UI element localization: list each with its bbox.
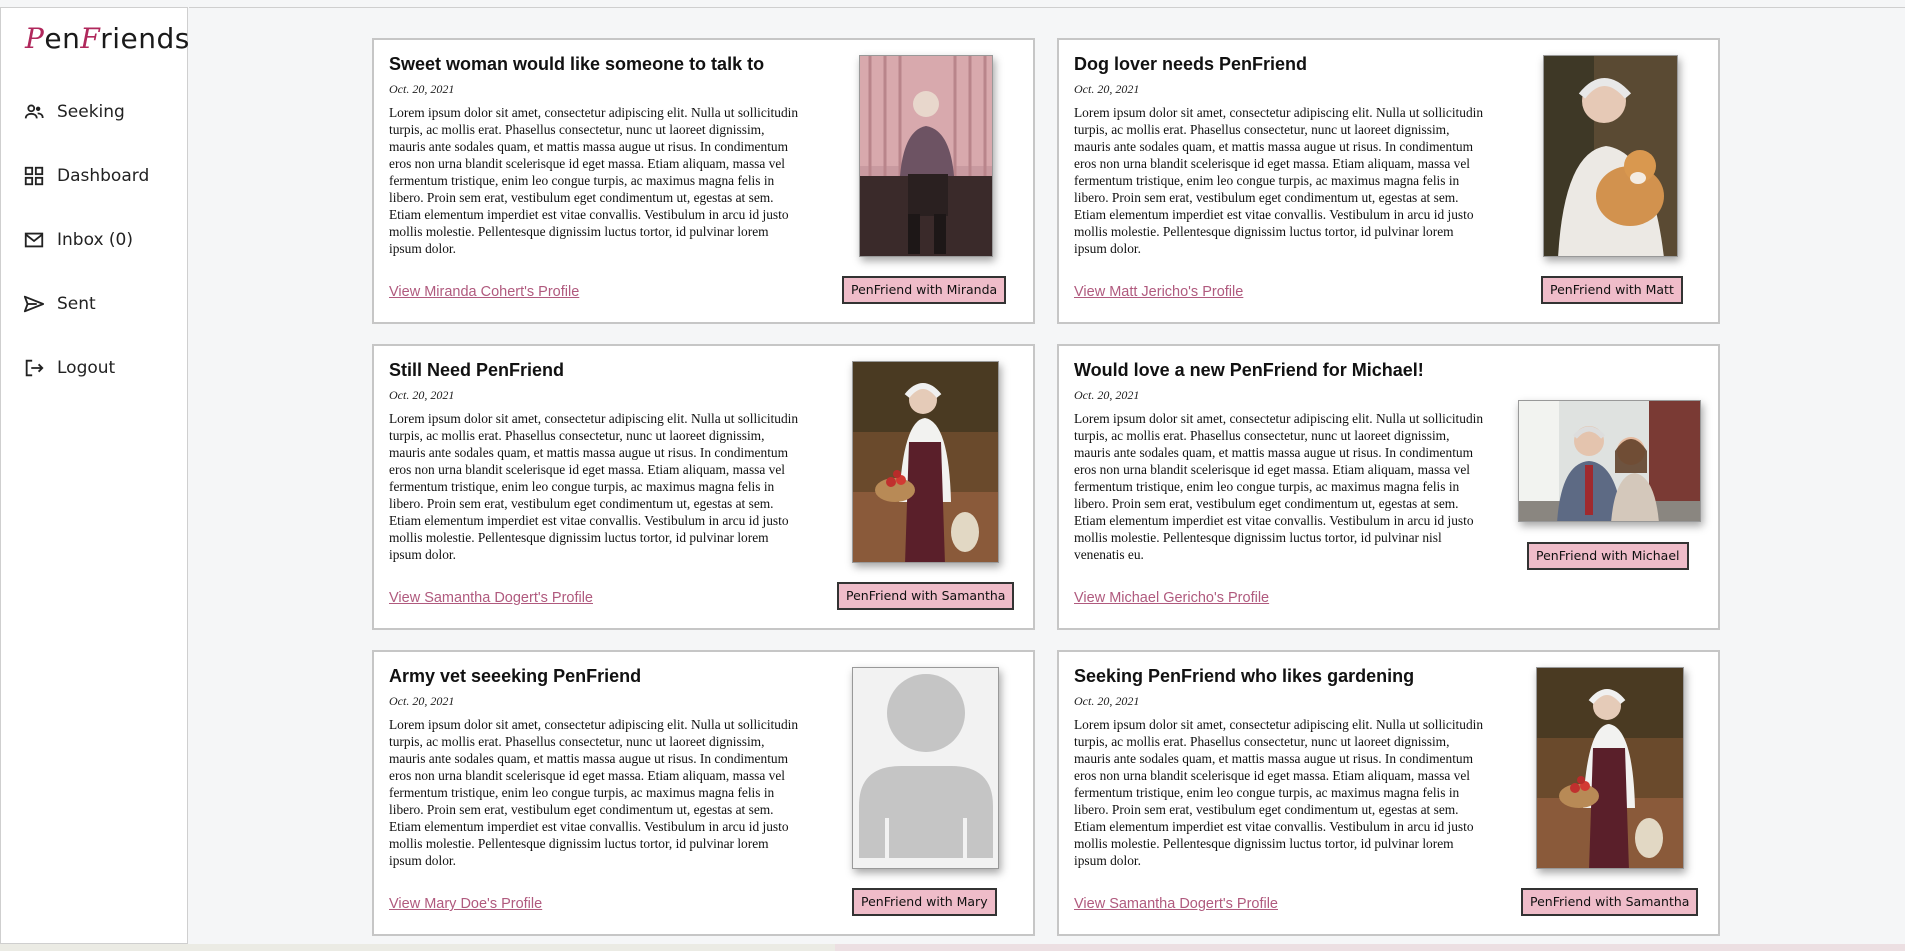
listing-card: Would love a new PenFriend for Michael! … xyxy=(1057,344,1720,630)
listing-date: Oct. 20, 2021 xyxy=(389,82,455,96)
penfriend-button[interactable]: PenFriend with Samantha xyxy=(1521,888,1699,916)
sidebar-item-label: Dashboard xyxy=(57,166,150,186)
listing-body: Lorem ipsum dolor sit amet, consectetur … xyxy=(1074,717,1484,868)
listing-card: Sweet woman would like someone to talk t… xyxy=(372,38,1035,324)
bottom-strip-segment xyxy=(835,944,1905,951)
listing-body: Lorem ipsum dolor sit amet, consectetur … xyxy=(389,411,799,562)
view-profile-link[interactable]: View Mary Doe's Profile xyxy=(389,896,542,912)
view-profile-link[interactable]: View Samantha Dogert's Profile xyxy=(1074,896,1278,912)
penfriend-button[interactable]: PenFriend with Samantha xyxy=(837,582,1015,610)
listing-card: Army vet seeeking PenFriend Oct. 20, 202… xyxy=(372,650,1035,936)
listing-title: Still Need PenFriend xyxy=(389,360,565,380)
penfriend-button[interactable]: PenFriend with Mary xyxy=(852,888,997,916)
send-icon xyxy=(21,291,47,317)
sidebar-item-label: Logout xyxy=(57,358,116,378)
profile-photo xyxy=(852,361,999,563)
listing-body: Lorem ipsum dolor sit amet, consectetur … xyxy=(1074,411,1484,562)
logout-icon xyxy=(21,355,47,381)
main-top-border xyxy=(189,7,1905,8)
listing-title: Dog lover needs PenFriend xyxy=(1074,54,1308,74)
sidebar-nav: Seeking Dashboard Inbox (0) Sent Logout xyxy=(21,80,149,400)
sidebar: PenFriends Seeking Dashboard Inbox (0) S… xyxy=(0,7,190,944)
listing-title: Seeking PenFriend who likes gardening xyxy=(1074,666,1415,686)
listing-date: Oct. 20, 2021 xyxy=(1074,82,1140,96)
listing-date: Oct. 20, 2021 xyxy=(1074,694,1140,708)
penfriend-button[interactable]: PenFriend with Michael xyxy=(1527,542,1689,570)
profile-photo xyxy=(1518,400,1701,522)
view-profile-link[interactable]: View Samantha Dogert's Profile xyxy=(389,590,593,606)
sidebar-item-label: Inbox (0) xyxy=(57,230,134,250)
sidebar-item-logout[interactable]: Logout xyxy=(21,336,149,400)
view-profile-link[interactable]: View Michael Gericho's Profile xyxy=(1074,590,1269,606)
listing-card: Still Need PenFriend Oct. 20, 2021 Lorem… xyxy=(372,344,1035,630)
profile-photo xyxy=(1543,55,1678,257)
sidebar-item-label: Seeking xyxy=(57,102,125,122)
listing-title: Sweet woman would like someone to talk t… xyxy=(389,54,765,74)
sidebar-item-sent[interactable]: Sent xyxy=(21,272,149,336)
grid-icon xyxy=(21,163,47,189)
view-profile-link[interactable]: View Matt Jericho's Profile xyxy=(1074,284,1243,300)
listing-body: Lorem ipsum dolor sit amet, consectetur … xyxy=(1074,105,1484,256)
avatar-placeholder xyxy=(852,667,999,869)
view-profile-link[interactable]: View Miranda Cohert's Profile xyxy=(389,284,579,300)
people-icon xyxy=(21,99,47,125)
listing-title: Army vet seeeking PenFriend xyxy=(389,666,642,686)
listing-card: Dog lover needs PenFriend Oct. 20, 2021 … xyxy=(1057,38,1720,324)
profile-photo xyxy=(859,55,993,257)
sidebar-item-inbox[interactable]: Inbox (0) xyxy=(21,208,149,272)
app-logo[interactable]: PenFriends xyxy=(25,22,190,55)
listing-grid: Sweet woman would like someone to talk t… xyxy=(372,38,1720,936)
listing-body: Lorem ipsum dolor sit amet, consectetur … xyxy=(389,105,799,256)
listing-card: Seeking PenFriend who likes gardening Oc… xyxy=(1057,650,1720,936)
sidebar-item-label: Sent xyxy=(57,294,96,314)
penfriend-button[interactable]: PenFriend with Matt xyxy=(1541,276,1683,304)
listing-date: Oct. 20, 2021 xyxy=(389,388,455,402)
sidebar-item-dashboard[interactable]: Dashboard xyxy=(21,144,149,208)
listing-title: Would love a new PenFriend for Michael! xyxy=(1074,360,1424,380)
sidebar-item-seeking[interactable]: Seeking xyxy=(21,80,149,144)
bottom-strip xyxy=(0,944,1905,951)
listing-date: Oct. 20, 2021 xyxy=(389,694,455,708)
penfriend-button[interactable]: PenFriend with Miranda xyxy=(842,276,1007,304)
listing-date: Oct. 20, 2021 xyxy=(1074,388,1140,402)
mail-icon xyxy=(21,227,47,253)
profile-photo xyxy=(1536,667,1684,869)
listing-body: Lorem ipsum dolor sit amet, consectetur … xyxy=(389,717,799,868)
